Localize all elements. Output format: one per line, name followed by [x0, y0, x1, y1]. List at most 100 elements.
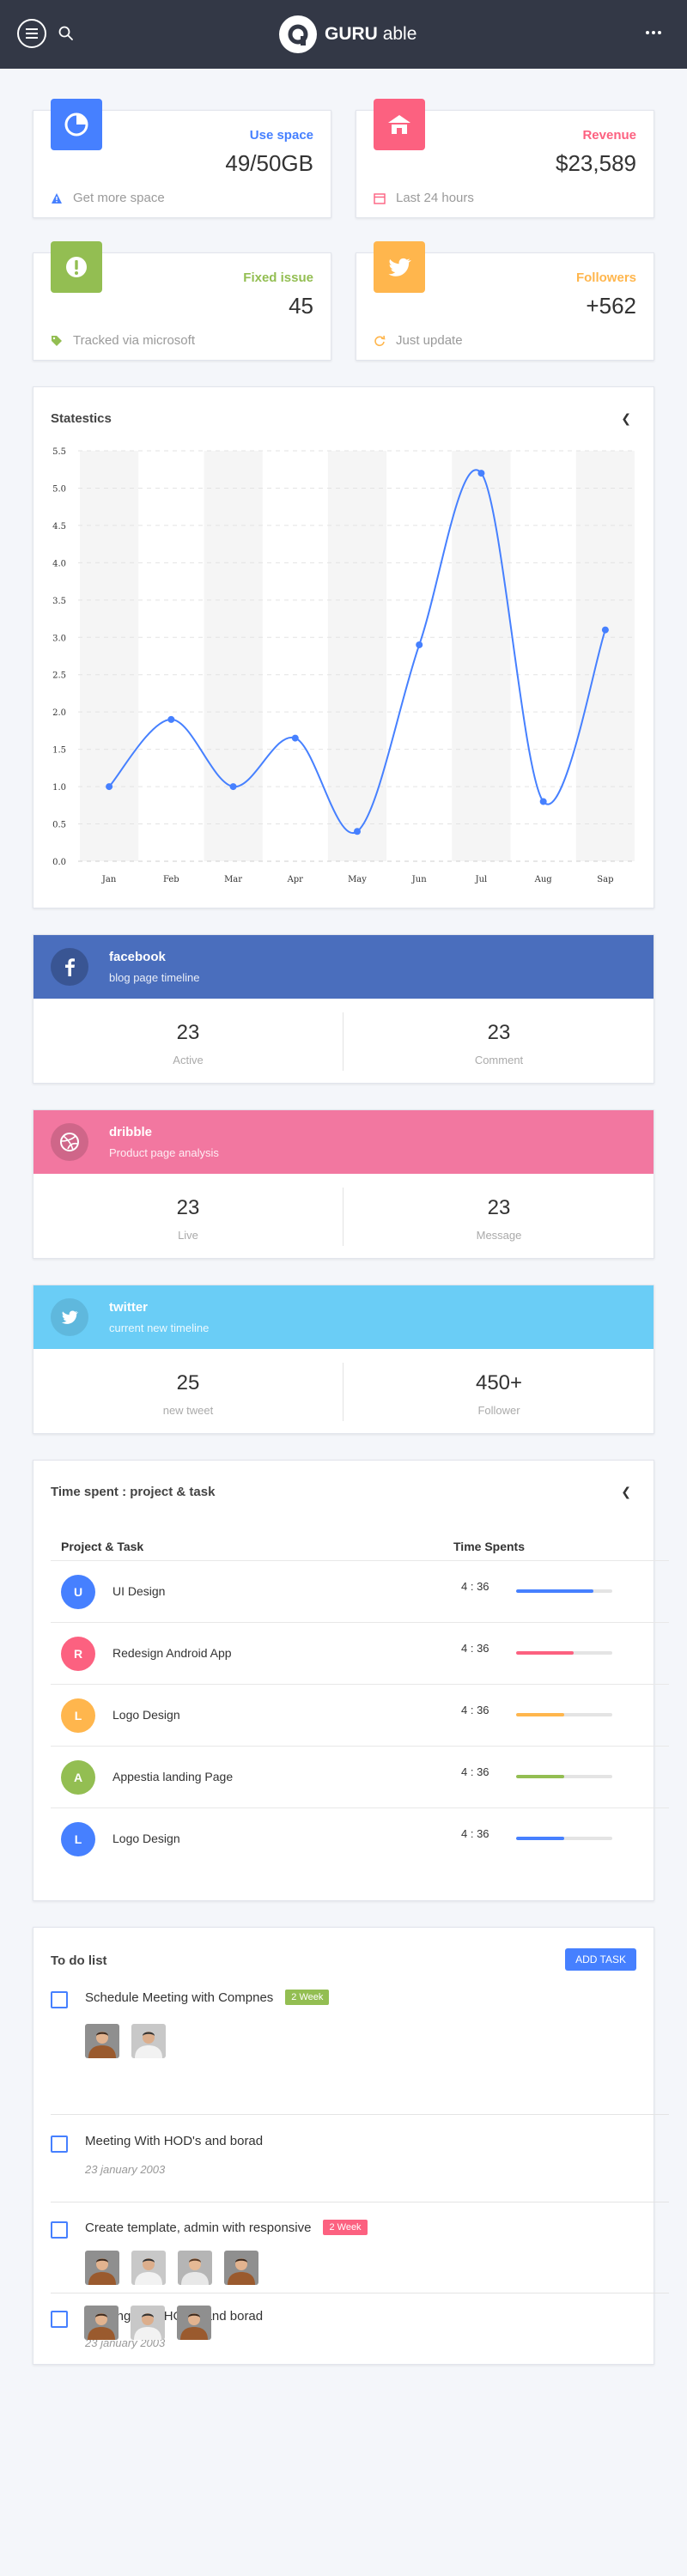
- logo-mark-icon: [279, 15, 317, 53]
- menu-toggle-button[interactable]: [17, 19, 46, 48]
- calendar-icon: [374, 192, 386, 204]
- avatar[interactable]: [224, 2251, 258, 2285]
- avatar[interactable]: [177, 2306, 211, 2340]
- chevron-left-icon[interactable]: ❮: [621, 411, 631, 426]
- stat-widget-followers: Followers +562 Just update: [356, 241, 654, 361]
- statistics-line-chart: 0.0 0.5 1.0 1.5 2.0 2.5 3.0 3.5 4.0 4.5 5.0 5.5 Jan F…: [52, 447, 636, 884]
- todo-item: Schedule Meeting with Compnes 2 Week: [51, 1984, 669, 2115]
- y-tick-label: 1.0: [52, 783, 66, 793]
- time-spent-card: Time spent : project & task ❮ Project & …: [33, 1460, 669, 1901]
- progress-fill: [516, 1651, 575, 1655]
- todo-checkbox[interactable]: [51, 2136, 68, 2153]
- table-row[interactable]: U UI Design 4 : 36: [51, 1560, 669, 1622]
- table-row[interactable]: A Appestia landing Page 4 : 36: [51, 1746, 669, 1807]
- column-header-project: Project & Task: [61, 1540, 144, 1553]
- column-header-time: Time Spents: [453, 1540, 525, 1553]
- progress-bar: [516, 1837, 612, 1840]
- stat-value: $23,589: [556, 150, 636, 176]
- social-name[interactable]: twitter: [109, 1300, 148, 1315]
- progress-bar: [516, 1713, 612, 1716]
- stat-value: 49/50GB: [225, 150, 313, 176]
- table-row[interactable]: L Logo Design 4 : 36: [51, 1684, 669, 1746]
- chart-column-band: [80, 451, 139, 861]
- stat-label: Use space: [249, 128, 313, 143]
- stat-footer[interactable]: Get more space: [51, 191, 165, 205]
- avatar[interactable]: [131, 2024, 166, 2058]
- add-task-button[interactable]: ADD TASK: [565, 1948, 636, 1971]
- todo-title: Schedule Meeting with Compnes 2 Week: [85, 1990, 330, 2005]
- assignee-photos: [84, 2306, 211, 2340]
- twitter-icon: [374, 241, 425, 293]
- social-stat: 23 Message: [476, 1196, 522, 1242]
- x-tick-label: Feb: [163, 875, 179, 884]
- card-title: Time spent : project & task: [51, 1485, 216, 1499]
- task-name: Redesign Android App: [112, 1646, 232, 1660]
- todo-title: Meeting With HOD's and borad: [85, 2134, 264, 2148]
- avatar[interactable]: [84, 2306, 119, 2340]
- social-subtitle: current new timeline: [109, 1321, 210, 1334]
- x-tick-label: May: [348, 875, 367, 884]
- task-name: Logo Design: [112, 1832, 180, 1845]
- social-name[interactable]: facebook: [109, 950, 166, 964]
- search-icon[interactable]: [58, 25, 75, 42]
- stat-label: Fixed issue: [243, 270, 313, 285]
- facebook-icon: [51, 948, 88, 986]
- y-tick-label: 0.5: [52, 821, 66, 830]
- todo-checkbox[interactable]: [51, 2311, 68, 2328]
- task-name: Logo Design: [112, 1708, 180, 1722]
- social-card-header: dribble Product page analysis: [33, 1110, 654, 1174]
- avatar[interactable]: [131, 2251, 166, 2285]
- assignee-photos: [85, 2024, 166, 2058]
- todo-checkbox[interactable]: [51, 2221, 68, 2239]
- stat-label: Followers: [575, 270, 636, 285]
- home-icon: [374, 99, 425, 150]
- assignee-photos: [85, 2251, 258, 2285]
- avatar[interactable]: [131, 2306, 165, 2340]
- data-point: [416, 641, 423, 648]
- more-options-icon[interactable]: [646, 31, 661, 34]
- social-stat: 23 Live: [176, 1196, 200, 1242]
- time-value: 4 : 36: [461, 1765, 489, 1778]
- tag-icon: [52, 335, 62, 346]
- avatar[interactable]: [85, 2251, 119, 2285]
- brand-name: GURU able: [325, 24, 417, 44]
- todo-item: Meeting With HOD's and borad 23 january …: [51, 2115, 669, 2202]
- avatar[interactable]: [178, 2251, 212, 2285]
- social-card-header: facebook blog page timeline: [33, 935, 654, 999]
- time-value: 4 : 36: [461, 1827, 489, 1840]
- deadline-badge: 2 Week: [323, 2220, 368, 2235]
- twitter-icon: [51, 1298, 88, 1336]
- avatar[interactable]: [85, 2024, 119, 2058]
- stat-value: 45: [289, 293, 313, 319]
- y-tick-label: 3.0: [52, 634, 66, 643]
- warning-icon: [52, 192, 62, 204]
- stat-footer: Tracked via microsoft: [51, 333, 195, 348]
- social-name[interactable]: dribble: [109, 1125, 152, 1139]
- stat-footer: Just update: [374, 333, 463, 348]
- chart-column-band: [452, 451, 511, 861]
- stat-widget-issues: Fixed issue 45 Tracked via microsoft: [33, 241, 331, 361]
- social-card-facebook: facebook blog page timeline 23 Active 23…: [33, 934, 654, 1084]
- table-row[interactable]: L Logo Design 4 : 36: [51, 1807, 669, 1869]
- y-tick-label: 4.0: [52, 559, 66, 568]
- brand-logo[interactable]: GURU able: [279, 15, 416, 53]
- y-tick-label: 3.5: [52, 597, 66, 606]
- table-row[interactable]: R Redesign Android App 4 : 36: [51, 1622, 669, 1684]
- time-value: 4 : 36: [461, 1704, 489, 1716]
- avatar: R: [61, 1637, 95, 1671]
- data-point: [291, 734, 299, 742]
- pie-chart-icon: [51, 99, 102, 150]
- todo-checkbox[interactable]: [51, 1991, 68, 2008]
- social-stat: 23 Comment: [474, 1021, 524, 1066]
- chevron-left-icon[interactable]: ❮: [621, 1485, 631, 1499]
- stat-widget-revenue: Revenue $23,589 Last 24 hours: [356, 99, 654, 218]
- divider: [343, 1363, 344, 1421]
- x-tick-label: Jun: [411, 875, 427, 884]
- task-name: Appestia landing Page: [112, 1770, 234, 1783]
- avatar: A: [61, 1760, 95, 1795]
- chart-column-band: [575, 451, 635, 861]
- x-tick-label: Jan: [101, 875, 117, 884]
- todo-item: Create template, admin with responsive 2 …: [51, 2202, 669, 2293]
- progress-bar: [516, 1589, 612, 1593]
- progress-fill: [516, 1837, 564, 1840]
